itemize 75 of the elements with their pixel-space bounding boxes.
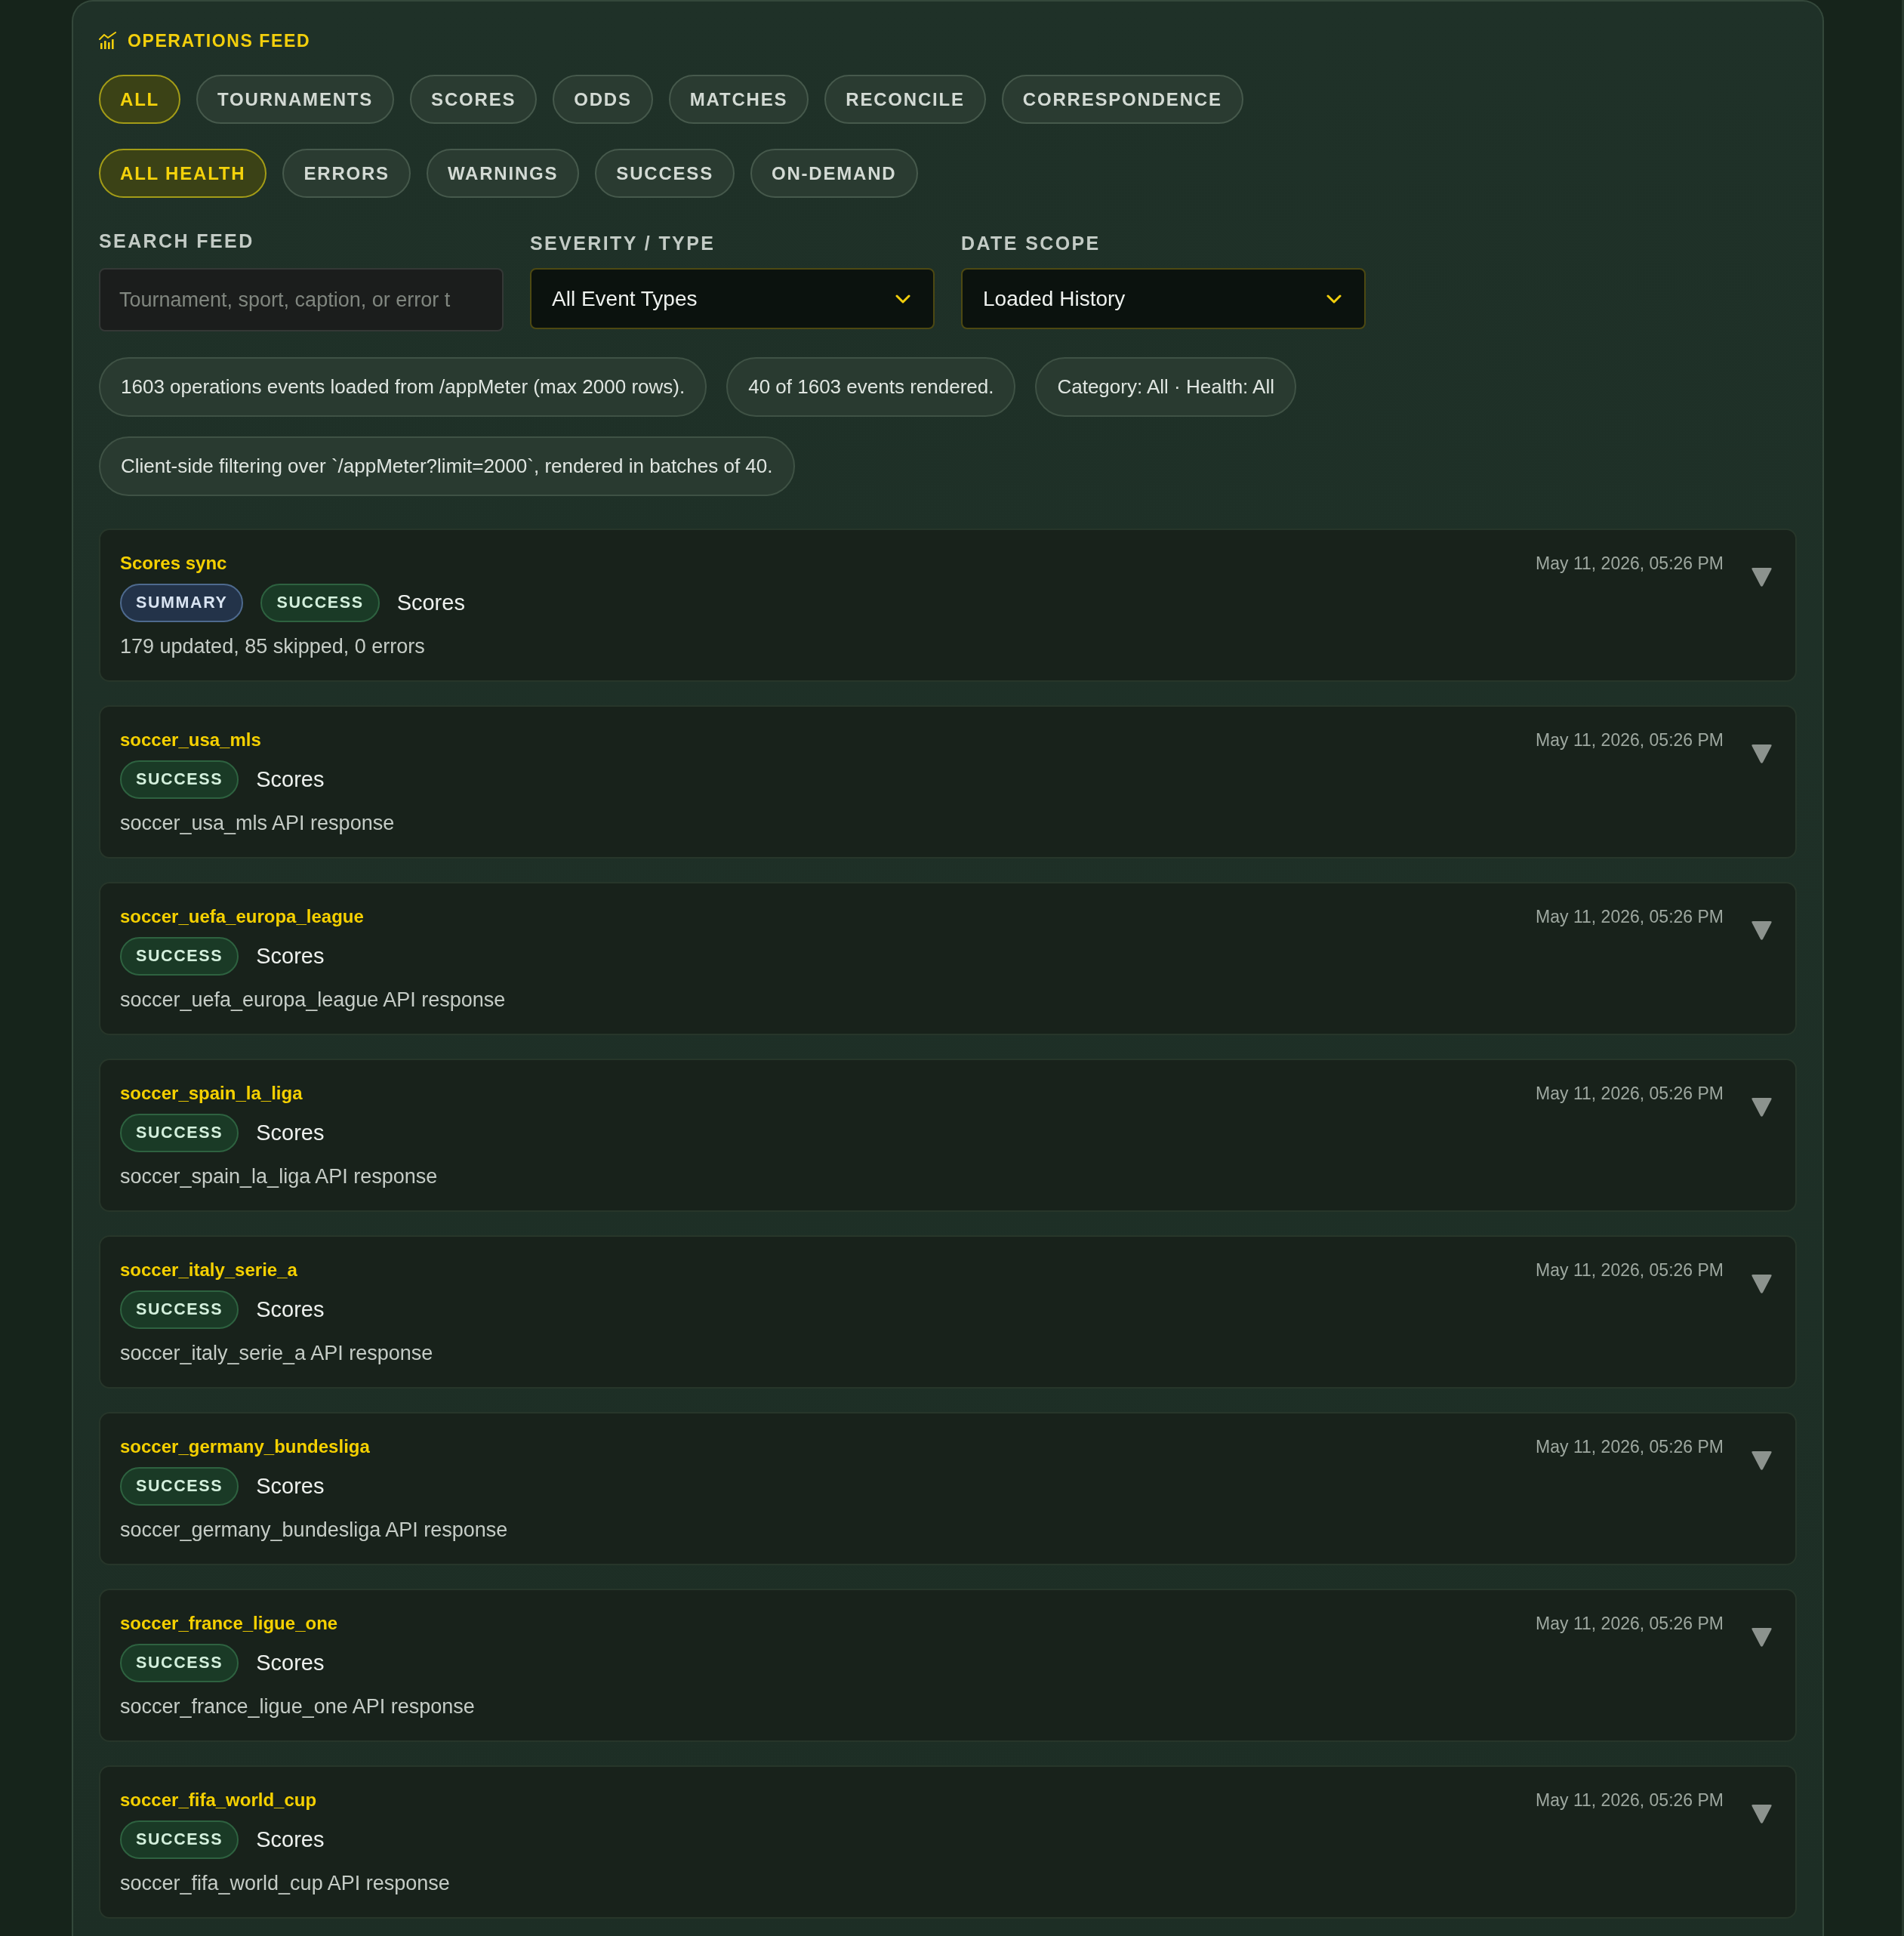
search-field[interactable]: Tournament, sport, caption, or error t — [99, 268, 504, 331]
event-title: soccer_france_ligue_one — [120, 1612, 339, 1635]
event-message: soccer_usa_mls API response — [120, 811, 396, 835]
caret-icon[interactable] — [1751, 920, 1773, 941]
event-message: soccer_italy_serie_a API response — [120, 1341, 434, 1365]
status-badge: SUCCESS — [120, 937, 239, 976]
category-filter-tab[interactable]: TOURNAMENTS — [196, 75, 395, 124]
date-scope-select[interactable]: Loaded History — [961, 268, 1366, 329]
chart-icon — [99, 32, 117, 50]
field-label: SEARCH FEED — [99, 230, 255, 252]
event-title: soccer_spain_la_liga — [120, 1082, 303, 1105]
health-filter-tab[interactable]: ON-DEMAND — [750, 149, 918, 198]
status-badge: SUCCESS — [120, 1820, 239, 1859]
health-filter-tab[interactable]: WARNINGS — [426, 149, 580, 198]
event-category: Scores — [256, 1651, 325, 1676]
category-filter-tab[interactable]: RECONCILE — [824, 75, 986, 124]
caret-icon[interactable] — [1751, 1097, 1773, 1118]
status-badge: SUCCESS — [120, 1290, 239, 1329]
event-time: May 11, 2026, 05:26 PM — [1536, 729, 1724, 751]
status-badge: SUMMARY — [120, 584, 244, 622]
category-filter-tab[interactable]: ODDS — [553, 75, 653, 124]
status-pill: 40 of 1603 events rendered. — [726, 357, 1016, 417]
category-filter-tab[interactable]: ALL — [99, 75, 181, 124]
event-title: soccer_uefa_europa_league — [120, 905, 365, 928]
status-pill: Client-side filtering over `/appMeter?limit=2000`, rendered in batches of 40. — [99, 436, 795, 496]
status-pill: 1603 operations events loaded from /appMeter (max 2000 rows). — [99, 357, 707, 417]
event-category: Scores — [256, 1121, 325, 1145]
caret-icon[interactable] — [1751, 1804, 1773, 1824]
event-category: Scores — [256, 1474, 325, 1499]
event-title: soccer_germany_bundesliga — [120, 1435, 371, 1458]
event-category: Scores — [256, 767, 325, 792]
event-message: soccer_france_ligue_one API response — [120, 1694, 476, 1719]
section-title: OPERATIONS FEED — [128, 30, 311, 51]
event-time: May 11, 2026, 05:26 PM — [1536, 1436, 1724, 1458]
category-filter-tab[interactable]: CORRESPONDENCE — [1001, 75, 1243, 124]
event-message: soccer_fifa_world_cup API response — [120, 1871, 451, 1895]
event-category: Scores — [396, 590, 465, 615]
status-badge: SUCCESS — [120, 760, 239, 799]
event-title: soccer_italy_serie_a — [120, 1259, 298, 1281]
severity-select[interactable]: All Event Types — [530, 268, 935, 329]
status-pill: Category: All · Health: All — [1035, 357, 1296, 417]
event-message: soccer_spain_la_liga API response — [120, 1164, 439, 1188]
event-time: May 11, 2026, 05:26 PM — [1536, 553, 1724, 575]
event-time: May 11, 2026, 05:26 PM — [1536, 1790, 1724, 1811]
chevron-down-icon — [1326, 294, 1342, 304]
status-badge: SUCCESS — [120, 1467, 239, 1506]
field-label: DATE SCOPE — [961, 232, 1101, 252]
event-title: soccer_usa_mls — [120, 729, 262, 751]
event-time: May 11, 2026, 05:26 PM — [1536, 906, 1724, 928]
health-filter-tab[interactable]: SUCCESS — [595, 149, 735, 198]
caret-icon[interactable] — [1751, 1274, 1773, 1294]
event-message: 179 updated, 85 skipped, 0 errors — [120, 634, 426, 658]
chevron-down-icon — [895, 294, 910, 304]
event-title: soccer_fifa_world_cup — [120, 1789, 318, 1811]
status-badge: SUCCESS — [120, 1114, 239, 1152]
field-label: SEVERITY / TYPE — [530, 232, 716, 252]
caret-icon[interactable] — [1751, 1627, 1773, 1648]
event-title: Scores sync — [120, 552, 228, 575]
caret-icon[interactable] — [1751, 744, 1773, 764]
category-filter-tab[interactable]: SCORES — [410, 75, 538, 124]
event-category: Scores — [256, 944, 325, 969]
event-time: May 11, 2026, 05:26 PM — [1536, 1083, 1724, 1105]
event-message: soccer_uefa_europa_league API response — [120, 988, 507, 1012]
category-filter-tab[interactable]: MATCHES — [668, 75, 809, 124]
event-message: soccer_germany_bundesliga API response — [120, 1518, 509, 1542]
status-badge: SUCCESS — [260, 584, 380, 622]
event-category: Scores — [256, 1297, 325, 1322]
event-time: May 11, 2026, 05:26 PM — [1536, 1259, 1724, 1281]
caret-icon[interactable] — [1751, 567, 1773, 587]
event-time: May 11, 2026, 05:26 PM — [1536, 1613, 1724, 1635]
event-category: Scores — [256, 1827, 325, 1852]
status-badge: SUCCESS — [120, 1644, 239, 1682]
health-filter-tab[interactable]: ERRORS — [282, 149, 411, 198]
caret-icon[interactable] — [1751, 1450, 1773, 1471]
health-filter-tab[interactable]: ALL HEALTH — [99, 149, 267, 198]
